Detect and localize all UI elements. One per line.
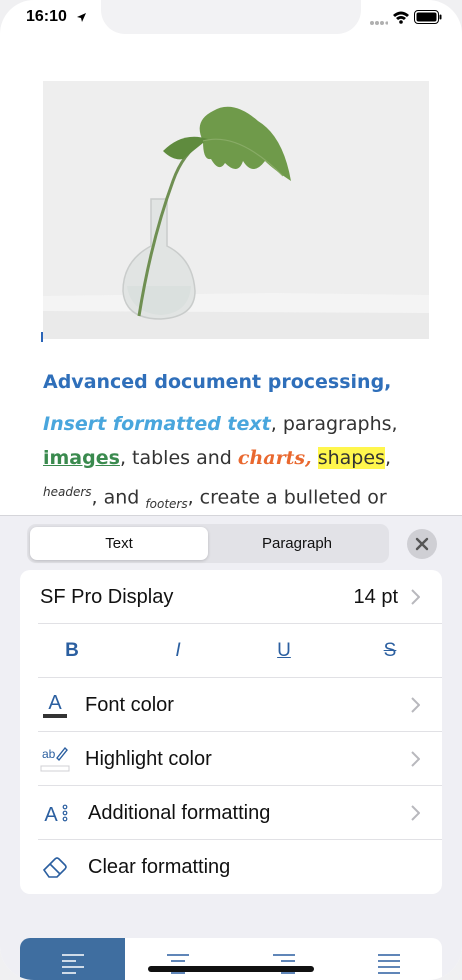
additional-formatting-row[interactable]: A Additional formatting xyxy=(20,786,442,840)
font-color-icon: A xyxy=(40,690,70,720)
align-right-button[interactable] xyxy=(231,938,336,980)
run-charts: charts, xyxy=(237,447,312,469)
underline-button[interactable]: U xyxy=(244,624,324,678)
bold-button[interactable]: B xyxy=(32,624,112,678)
home-indicator[interactable] xyxy=(148,966,314,972)
font-color-label: Font color xyxy=(85,693,174,716)
notch xyxy=(101,0,361,34)
svg-text:A: A xyxy=(44,804,58,826)
run-insert: Insert formatted text xyxy=(43,413,271,435)
close-button[interactable] xyxy=(407,529,437,559)
run-text-4: , xyxy=(384,447,391,469)
additional-formatting-icon: A xyxy=(40,798,70,828)
font-size: 14 pt xyxy=(353,585,398,608)
italic-button[interactable]: I xyxy=(138,624,218,678)
font-color-row[interactable]: A Font color xyxy=(20,678,442,732)
highlight-color-row[interactable]: ab Highlight color xyxy=(20,732,442,786)
clear-formatting-label: Clear formatting xyxy=(88,855,231,878)
eraser-icon xyxy=(40,852,70,882)
status-time: 16:10 xyxy=(26,8,67,25)
font-name: SF Pro Display xyxy=(40,585,174,608)
chevron-right-icon xyxy=(411,589,420,605)
additional-formatting-label: Additional formatting xyxy=(88,801,271,824)
font-row[interactable]: SF Pro Display 14 pt xyxy=(20,570,442,624)
battery-icon xyxy=(414,10,442,29)
formatting-panel: Text Paragraph SF Pro Display 14 pt B I … xyxy=(0,515,462,980)
close-icon xyxy=(415,537,429,551)
phone-screen: 16:10 Advanced document processing, Inse… xyxy=(0,0,462,980)
font-color-glyph: A xyxy=(48,692,62,714)
run-text-1: , paragraphs, xyxy=(270,413,398,435)
cellular-signal-icon xyxy=(370,13,389,31)
clear-formatting-row[interactable]: Clear formatting xyxy=(20,840,442,894)
tab-text[interactable]: Text xyxy=(30,527,208,560)
align-justify-button[interactable] xyxy=(336,938,441,980)
mode-segmented-control: Text Paragraph xyxy=(27,524,389,563)
text-style-row: B I U S xyxy=(20,624,442,678)
highlight-color-label: Highlight color xyxy=(85,747,212,770)
run-shapes: shapes xyxy=(317,447,385,469)
highlight-color-icon: ab xyxy=(40,744,70,774)
plant-vase-image[interactable] xyxy=(43,81,429,339)
document-heading[interactable]: Advanced document processing, xyxy=(43,371,391,393)
run-images: images xyxy=(43,447,120,469)
align-justify-icon xyxy=(377,954,400,974)
run-text-3 xyxy=(312,447,318,469)
strikethrough-button[interactable]: S xyxy=(350,624,430,678)
text-cursor xyxy=(41,332,43,342)
highlight-glyph: ab xyxy=(42,747,56,761)
alignment-bar xyxy=(20,938,442,980)
formatting-card: SF Pro Display 14 pt B I U S A Font colo… xyxy=(20,570,442,894)
chevron-right-icon xyxy=(411,751,420,767)
run-text-2: , tables and xyxy=(119,447,238,469)
run-footers: footers xyxy=(145,497,188,512)
tab-paragraph[interactable]: Paragraph xyxy=(208,527,386,560)
chevron-right-icon xyxy=(411,805,420,821)
location-arrow-icon xyxy=(76,10,87,28)
run-headers: headers xyxy=(43,485,92,499)
document-canvas[interactable]: Advanced document processing, Insert for… xyxy=(0,40,462,549)
align-left-icon xyxy=(61,954,84,974)
status-bar: 16:10 xyxy=(0,0,462,40)
align-center-button[interactable] xyxy=(125,938,230,980)
align-left-button[interactable] xyxy=(20,938,125,980)
run-text-5: , and xyxy=(91,486,146,509)
wifi-icon xyxy=(392,10,410,29)
chevron-right-icon xyxy=(411,697,420,713)
